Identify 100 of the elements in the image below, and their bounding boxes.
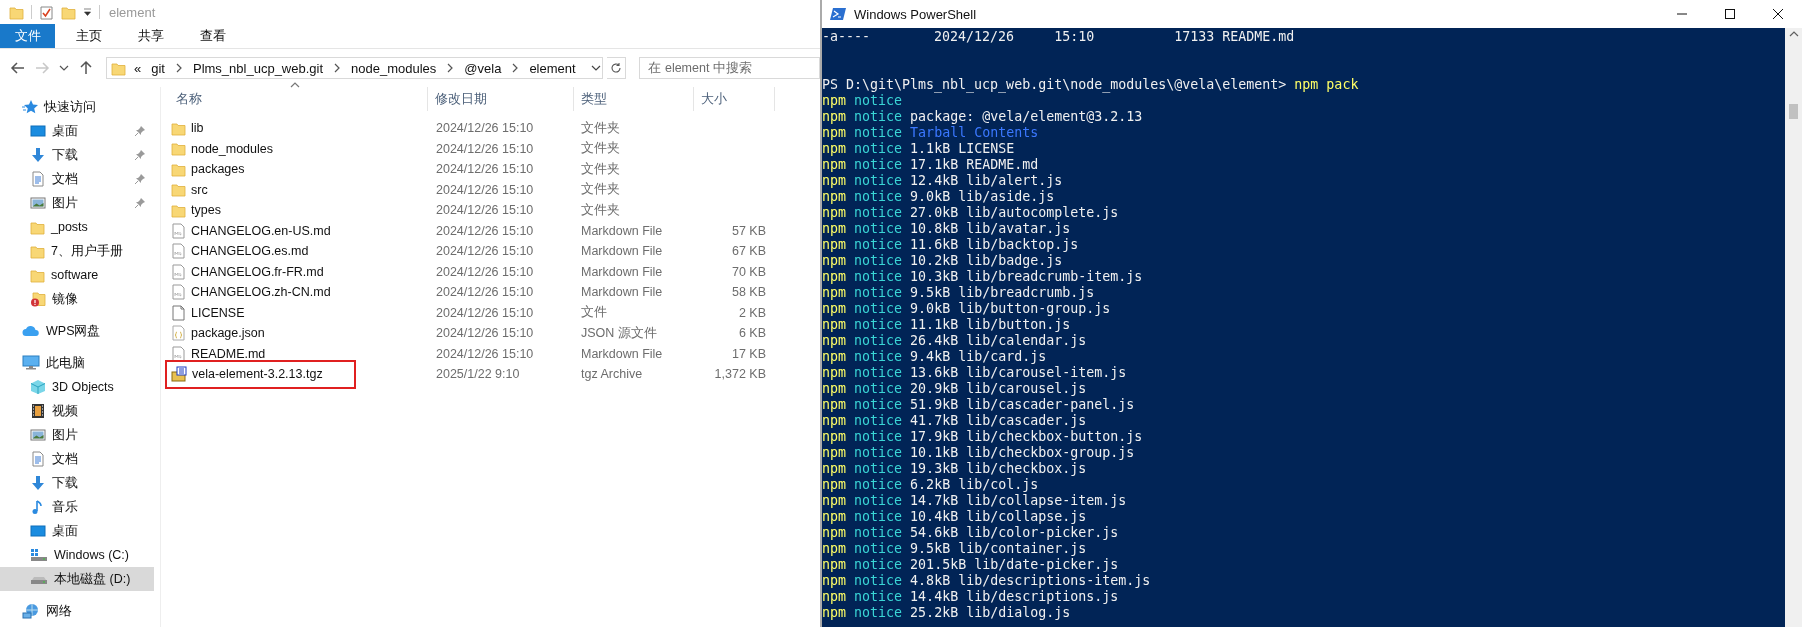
modified-date: 2024/12/26 15:10 <box>435 182 535 197</box>
sidebar-item[interactable]: 视频 <box>0 399 154 423</box>
console-line: npm notice 12.4kB lib/alert.js <box>822 173 1063 189</box>
film-icon <box>30 403 46 419</box>
column-header[interactable]: 名称 <box>169 87 428 111</box>
overflow-crumb[interactable]: « <box>132 60 144 76</box>
file-name[interactable]: src <box>169 179 216 200</box>
terminal-icon <box>830 7 846 21</box>
sidebar-item[interactable]: 下载 <box>0 143 154 167</box>
console-line: npm notice 9.0kB lib/aside.js <box>822 189 1055 205</box>
file-menu-button[interactable]: 文件 <box>0 24 55 48</box>
sidebar-item[interactable]: _posts <box>0 215 154 239</box>
sidebar-item[interactable]: 3D Objects <box>0 375 154 399</box>
file-type: tgz Archive <box>580 367 644 382</box>
scrollbar[interactable] <box>1785 28 1802 627</box>
sidebar-item[interactable]: 此电脑 <box>0 351 154 375</box>
console-line: npm notice 10.2kB lib/badge.js <box>822 253 1063 269</box>
file-name[interactable]: CHANGELOG.zh-CN.md <box>169 282 339 303</box>
console-line: npm notice 51.9kB lib/cascader-panel.js <box>822 397 1135 413</box>
file-name[interactable]: CHANGELOG.es.md <box>169 241 317 262</box>
checklist-icon[interactable] <box>39 4 54 20</box>
address-bar[interactable]: « git Plms_nbl_ucp_web.git node_modules @vela element <box>106 57 603 79</box>
sidebar-item[interactable]: 本地磁盘 (D:) <box>0 567 154 591</box>
ribbon-tab[interactable]: 共享 <box>123 24 179 48</box>
column-header[interactable]: 大小 <box>694 87 775 111</box>
console-line: npm notice 54.6kB lib/color-picker.js <box>822 525 1119 541</box>
column-header[interactable]: 修改日期 <box>428 87 574 111</box>
sidebar-item[interactable]: 文档 <box>0 447 154 471</box>
console-line: npm notice 41.7kB lib/cascader.js <box>822 413 1087 429</box>
network-icon <box>22 603 40 619</box>
ribbon-tab[interactable]: 查看 <box>185 24 241 48</box>
file-icon <box>171 222 186 239</box>
folder-icon <box>171 161 186 177</box>
sidebar-item[interactable]: 文档 <box>0 167 154 191</box>
console-line: npm notice 9.5kB lib/container.js <box>822 541 1087 557</box>
file-name[interactable]: packages <box>169 159 253 180</box>
sidebar-item[interactable]: Windows (C:) <box>0 543 154 567</box>
file-name[interactable]: LICENSE <box>169 302 253 323</box>
folder-icon <box>171 120 186 136</box>
document-icon <box>30 451 46 467</box>
file-type: Markdown File <box>580 244 664 259</box>
dropdown-caret-icon[interactable] <box>83 6 92 18</box>
sidebar-item[interactable]: software <box>0 263 154 287</box>
file-name[interactable]: package.json <box>169 323 273 344</box>
file-name[interactable]: vela-element-3.2.13.tgz <box>169 364 352 385</box>
console-line: npm notice package: @vela/element@3.2.13 <box>822 109 1143 125</box>
file-name[interactable]: lib <box>169 118 212 139</box>
file-name[interactable]: types <box>169 200 229 221</box>
window-title: element <box>109 4 156 20</box>
sidebar-item[interactable]: 桌面 <box>0 119 154 143</box>
picture-icon <box>30 195 46 211</box>
breadcrumb[interactable]: element <box>527 60 578 76</box>
console-line: npm notice Tarball Contents <box>822 125 1039 141</box>
archive-icon <box>171 366 187 383</box>
console-line: npm notice 17.1kB README.md <box>822 157 1039 173</box>
breadcrumb[interactable]: git <box>149 60 167 76</box>
ribbon-tab[interactable]: 主页 <box>61 24 117 48</box>
console-line: npm notice 19.3kB lib/checkbox.js <box>822 461 1087 477</box>
sidebar-item[interactable]: 音乐 <box>0 495 154 519</box>
refresh-button[interactable] <box>606 57 627 79</box>
monitor-icon <box>30 123 46 139</box>
file-name[interactable]: CHANGELOG.en-US.md <box>169 220 339 241</box>
console-line: npm notice 25.2kB lib/dialog.js <box>822 605 1071 621</box>
sidebar-item[interactable]: 快速访问 <box>0 95 154 119</box>
search-field[interactable]: 在 element 中搜索 <box>639 57 820 79</box>
console-line: npm notice 10.1kB lib/checkbox-group.js <box>822 445 1135 461</box>
sidebar-item[interactable]: 网络 <box>0 599 154 623</box>
sidebar-item[interactable]: 下载 <box>0 471 154 495</box>
sidebar-item[interactable]: 7、用户手册 <box>0 239 154 263</box>
file-name[interactable]: README.md <box>169 343 274 364</box>
console-line: npm notice 11.6kB lib/backtop.js <box>822 237 1079 253</box>
console-line: npm notice 1.1kB LICENSE <box>822 141 1015 157</box>
column-header[interactable]: 类型 <box>574 87 694 111</box>
console-line: npm notice 11.1kB lib/button.js <box>822 317 1071 333</box>
sidebar-item[interactable]: 桌面 <box>0 519 154 543</box>
console-line: npm notice 10.8kB lib/avatar.js <box>822 221 1071 237</box>
console-line: npm notice 20.9kB lib/carousel.js <box>822 381 1087 397</box>
pin-icon <box>134 149 146 161</box>
breadcrumb[interactable]: node_modules <box>349 60 439 76</box>
sidebar-item[interactable]: 图片 <box>0 423 154 447</box>
sidebar-item[interactable]: WPS网盘 <box>0 319 154 343</box>
download-arrow-icon <box>30 475 46 491</box>
breadcrumb[interactable]: @vela <box>462 60 504 76</box>
file-name[interactable]: node_modules <box>169 138 281 159</box>
sidebar-item[interactable]: 镜像 <box>0 287 154 311</box>
breadcrumb[interactable]: Plms_nbl_ucp_web.git <box>190 60 326 76</box>
file-icon <box>171 263 186 280</box>
console-line: npm notice 27.0kB lib/autocomplete.js <box>822 205 1119 221</box>
modified-date: 2024/12/26 15:10 <box>435 121 535 136</box>
file-size: 1,372 KB <box>713 367 766 382</box>
sidebar-item[interactable]: 图片 <box>0 191 154 215</box>
close-icon <box>1773 9 1783 19</box>
forward-arrow-icon <box>34 60 50 76</box>
folder-with-alert-icon <box>30 291 46 307</box>
cloud-icon <box>22 324 40 338</box>
console-line: npm notice 9.5kB lib/breadcrumb.js <box>822 285 1095 301</box>
console-line: npm notice 10.3kB lib/breadcrumb-item.js <box>822 269 1143 285</box>
scroll-thumb[interactable] <box>1789 104 1798 119</box>
cube-icon <box>30 379 46 395</box>
file-name[interactable]: CHANGELOG.fr-FR.md <box>169 261 332 282</box>
